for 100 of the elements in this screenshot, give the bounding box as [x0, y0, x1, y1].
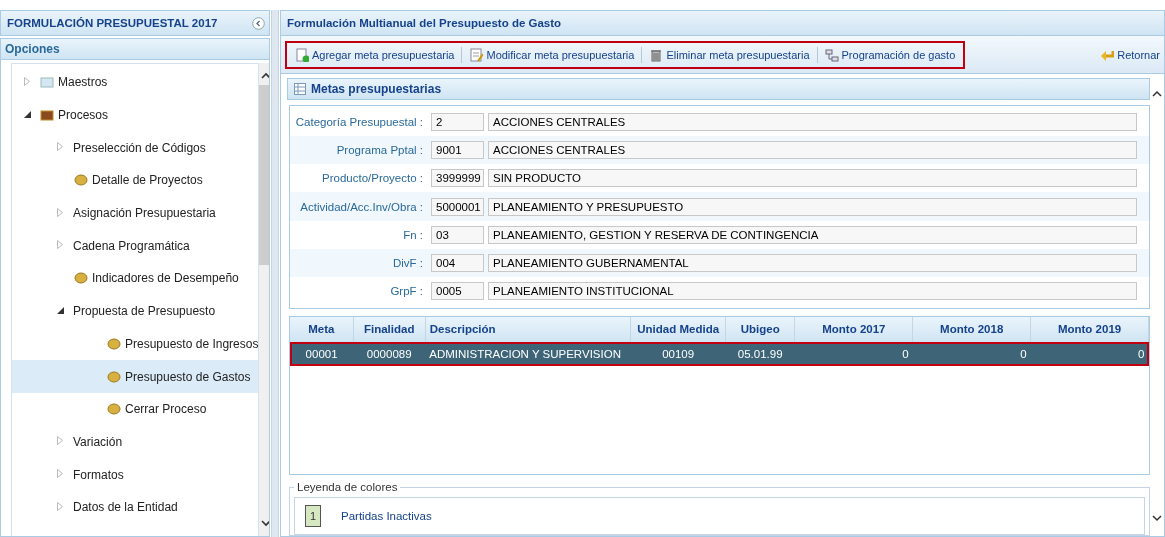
description-field[interactable]: PLANEAMIENTO, GESTION Y RESERVA DE CONTINGENCIA [488, 225, 1137, 244]
toolbar-button[interactable]: Modificar meta presupuestaria [465, 45, 639, 64]
description-field[interactable]: ACCIONES CENTRALES [488, 141, 1137, 159]
column-header[interactable]: Unidad Medida [630, 316, 726, 342]
expanded-arrow-icon[interactable] [57, 306, 66, 316]
tree-item-label: Preselección de Códigos [73, 140, 206, 155]
tree-item-label: Procesos [58, 108, 109, 123]
tree-item[interactable]: Detalle de Proyectos [12, 164, 259, 197]
tree-item[interactable]: Procesos [12, 98, 259, 132]
code-field[interactable]: 0005 [431, 282, 484, 301]
tree-item-label: Datos de la Entidad [73, 500, 178, 515]
panel-title: Metas presupuestarias [311, 81, 442, 96]
tree-item-label: Detalle de Proyectos [92, 173, 203, 188]
tree-item[interactable]: Indicadores de Desempeño [12, 262, 259, 295]
tree-item[interactable]: Propuesta de Presupuesto [12, 294, 259, 328]
grid-icon [294, 82, 306, 95]
app-title: FORMULACIÓN PRESUPUESTAL 2017 [7, 17, 218, 29]
tree-item[interactable]: Presupuesto de Ingresos [12, 327, 259, 361]
tree-item[interactable]: Cerrar Proceso [12, 392, 259, 426]
code-field[interactable]: 5000001 [431, 197, 484, 216]
field-label: Producto/Proyecto : [321, 172, 424, 185]
collapse-icon[interactable] [252, 16, 265, 30]
page-title: Formulación Multianual del Presupuesto de Gasto [280, 10, 1165, 36]
scroll-down-icon[interactable] [259, 518, 269, 528]
scroll-down-icon[interactable] [1152, 514, 1162, 522]
column-header[interactable]: Descripción [425, 316, 631, 342]
scroll-up-icon[interactable] [1152, 90, 1162, 98]
code-field[interactable]: 03 [431, 225, 484, 244]
tree-item-label: Presupuesto de Ingresos [125, 336, 259, 351]
code-field[interactable]: 9001 [431, 141, 484, 159]
tree-item[interactable]: Presupuesto de Gastos [12, 360, 259, 393]
table-cell: 0 [912, 341, 1031, 366]
tree-item-label: Variación [73, 434, 123, 449]
tree-item-label: Formatos [73, 467, 124, 482]
options-header: Opciones [0, 38, 270, 60]
tree-item[interactable]: Variación [12, 425, 259, 459]
description-field[interactable]: PLANEAMIENTO GUBERNAMENTAL [488, 254, 1137, 273]
network-icon [824, 47, 839, 62]
description-field[interactable]: PLANEAMIENTO INSTITUCIONAL [488, 282, 1137, 301]
column-header[interactable]: Meta [290, 316, 354, 342]
description-field[interactable]: SIN PRODUCTO [488, 169, 1137, 188]
tree-item-label: Cerrar Proceso [125, 402, 207, 417]
trash-icon [649, 47, 664, 62]
column-header[interactable]: Monto 2018 [912, 316, 1031, 342]
return-arrow-icon [1100, 48, 1115, 61]
toolbar-button[interactable]: Programación de gasto [820, 45, 960, 64]
field-label: Categoría Presupuestal : [294, 115, 424, 128]
field-label: Fn : [402, 228, 424, 241]
add-document-icon [295, 47, 309, 62]
tree-item-label: Propuesta de Presupuesto [73, 304, 216, 319]
table-cell: 0 [794, 341, 913, 366]
collapsed-arrow-icon[interactable] [57, 469, 66, 481]
scroll-up-icon[interactable] [259, 71, 269, 81]
return-button[interactable]: Retornar [1096, 46, 1164, 63]
tree-item-label: Maestros [58, 75, 108, 90]
tree-item-label: Asignación Presupuestaria [73, 206, 216, 221]
color-swatch: 1 [305, 505, 321, 527]
tree-item-label: Cadena Programática [73, 238, 190, 253]
table-cell: 00001 [290, 341, 354, 366]
table-cell: 0 [1030, 341, 1149, 366]
table-cell: 00109 [630, 341, 726, 366]
field-label: DivF : [391, 257, 424, 270]
code-field[interactable]: 3999999 [431, 169, 484, 188]
scroll-thumb[interactable] [259, 85, 269, 265]
collapsed-arrow-icon[interactable] [57, 207, 66, 219]
code-field[interactable]: 004 [431, 254, 484, 273]
legend-title: Leyenda de colores [296, 481, 399, 493]
column-header[interactable]: Monto 2019 [1030, 316, 1149, 342]
column-header[interactable]: Finalidad [353, 316, 426, 342]
description-field[interactable]: ACCIONES CENTRALES [488, 112, 1137, 131]
expanded-arrow-icon[interactable] [24, 110, 33, 120]
toolbar-button[interactable]: Agregar meta presupuestaria [291, 45, 459, 64]
collapsed-arrow-icon[interactable] [57, 501, 66, 513]
tree-item-label: Presupuesto de Gastos [125, 369, 251, 384]
folder-icon [40, 108, 54, 123]
collapsed-arrow-icon[interactable] [57, 240, 66, 252]
table-cell: 0000089 [353, 341, 426, 366]
tree-item-label: Indicadores de Desempeño [92, 271, 239, 286]
legend-label: Partidas Inactivas [341, 510, 432, 522]
code-field[interactable]: 2 [431, 112, 484, 131]
toolbar-button[interactable]: Eliminar meta presupuestaria [645, 45, 814, 64]
collapsed-arrow-icon[interactable] [24, 76, 33, 88]
table-row[interactable]: 00001 0000089 ADMINISTRACION Y SUPERVISION 00109 05.01.99 0 0 0 [290, 341, 1149, 366]
collapsed-arrow-icon[interactable] [57, 142, 66, 154]
column-header[interactable]: Monto 2017 [794, 316, 913, 342]
tree-item[interactable]: Maestros [12, 66, 259, 99]
folder-icon [40, 75, 54, 90]
tree-item[interactable]: Datos de la Entidad [12, 490, 259, 524]
table-cell: ADMINISTRACION Y SUPERVISION [425, 341, 631, 366]
tree-item[interactable]: Preselección de Códigos [12, 131, 259, 165]
collapsed-arrow-icon[interactable] [57, 436, 66, 448]
scrollbar[interactable] [259, 63, 269, 536]
tree-item[interactable]: Asignación Presupuestaria [12, 196, 259, 230]
field-label: Actividad/Acc.Inv/Obra : [299, 200, 424, 213]
tree-item[interactable]: Formatos [12, 458, 259, 491]
description-field[interactable]: PLANEAMIENTO Y PRESUPUESTO [488, 197, 1137, 216]
table-cell: 05.01.99 [725, 341, 795, 366]
tree-item[interactable]: Cadena Programática [12, 229, 259, 263]
column-header[interactable]: Ubigeo [725, 316, 795, 342]
field-label: GrpF : [389, 285, 424, 298]
